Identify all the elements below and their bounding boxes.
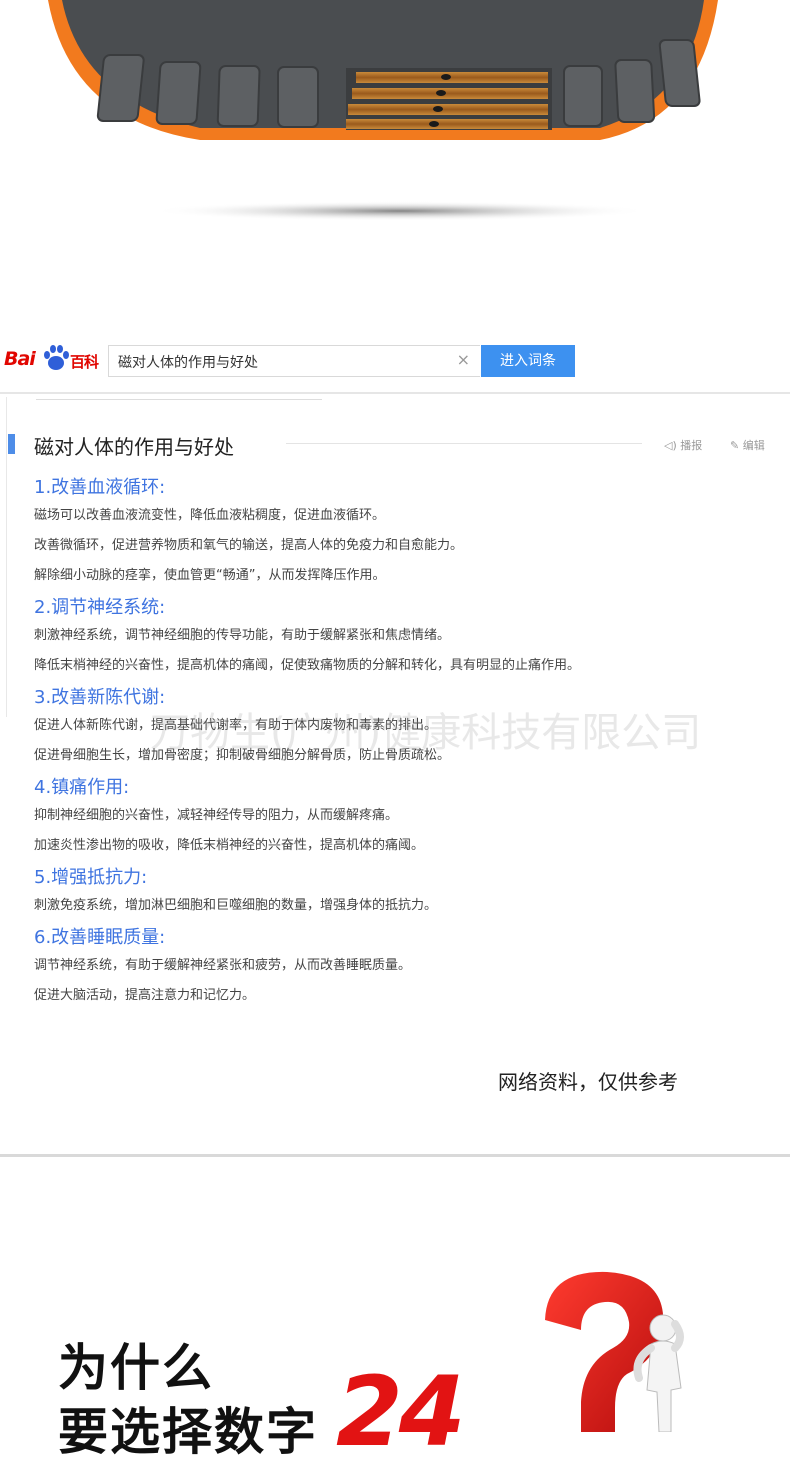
title-marker (8, 434, 15, 454)
paw-icon (44, 345, 69, 370)
section-heading: 1.改善血液循环: (34, 477, 166, 498)
section-line: 刺激神经系统，调节神经细胞的传导功能，有助于缓解紧张和焦虑情绪。 (34, 628, 451, 643)
section-line: 改善微循环，促进营养物质和氧气的输送，提高人体的免疫力和自愈能力。 (34, 538, 464, 553)
section-line: 解除细小动脉的痉挛，使血管更“畅通”，从而发挥降压作用。 (34, 568, 386, 583)
clear-icon[interactable]: × (457, 350, 470, 369)
search-input[interactable]: 磁对人体的作用与好处 × (108, 345, 480, 377)
section-heading: 3.改善新陈代谢: (34, 687, 166, 708)
divider (286, 443, 642, 444)
product-band-image (0, 0, 790, 260)
logo-text-baike: 百科 (70, 353, 99, 371)
broadcast-label: 播报 (680, 439, 703, 452)
divider (6, 397, 7, 717)
why-heading-line2: 要选择数字 (58, 1403, 318, 1461)
number-24: 24 (336, 1356, 466, 1468)
divider (36, 399, 322, 400)
page-title: 磁对人体的作用与好处 (34, 435, 234, 459)
pencil-icon: ✎ (730, 439, 743, 452)
baidu-baike-logo[interactable]: Bai 百科 (4, 342, 104, 376)
section-heading: 6.改善睡眠质量: (34, 927, 166, 948)
section-line: 促进大脑活动，提高注意力和记忆力。 (34, 988, 256, 1003)
enter-entry-button[interactable]: 进入词条 (481, 345, 575, 377)
search-input-value: 磁对人体的作用与好处 (118, 355, 258, 371)
why-heading-line1: 为什么 (58, 1339, 214, 1397)
watermark: 万物生(广州)健康科技有限公司 (150, 710, 702, 756)
section-divider (0, 1154, 790, 1157)
edit-label: 编辑 (742, 439, 765, 452)
disclaimer-text: 网络资料，仅供参考 (498, 1070, 678, 1094)
question-mark-figure-icon (535, 1268, 745, 1433)
speaker-icon: ◁) (664, 439, 681, 452)
logo-text-bai: Bai (4, 348, 36, 370)
divider (0, 392, 790, 394)
section-heading: 2.调节神经系统: (34, 597, 166, 618)
section-heading: 4.镇痛作用: (34, 777, 130, 798)
section-line: 磁场可以改善血液流变性，降低血液粘稠度，促进血液循环。 (34, 508, 386, 523)
edit-button[interactable]: ✎ 编辑 (730, 437, 765, 453)
section-line: 抑制神经细胞的兴奋性，减轻神经传导的阻力，从而缓解疼痛。 (34, 808, 399, 823)
section-heading: 5.增强抵抗力: (34, 867, 148, 888)
section-line: 刺激免疫系统，增加淋巴细胞和巨噬细胞的数量，增强身体的抵抗力。 (34, 898, 438, 913)
section-line: 调节神经系统，有助于缓解神经紧张和疲劳，从而改善睡眠质量。 (34, 958, 412, 973)
broadcast-button[interactable]: ◁) 播报 (664, 437, 702, 453)
section-line: 降低末梢神经的兴奋性，提高机体的痛阈，促使致痛物质的分解和转化，具有明显的止痛作… (34, 658, 581, 673)
section-line: 加速炎性渗出物的吸收，降低末梢神经的兴奋性，提高机体的痛阈。 (34, 838, 425, 853)
